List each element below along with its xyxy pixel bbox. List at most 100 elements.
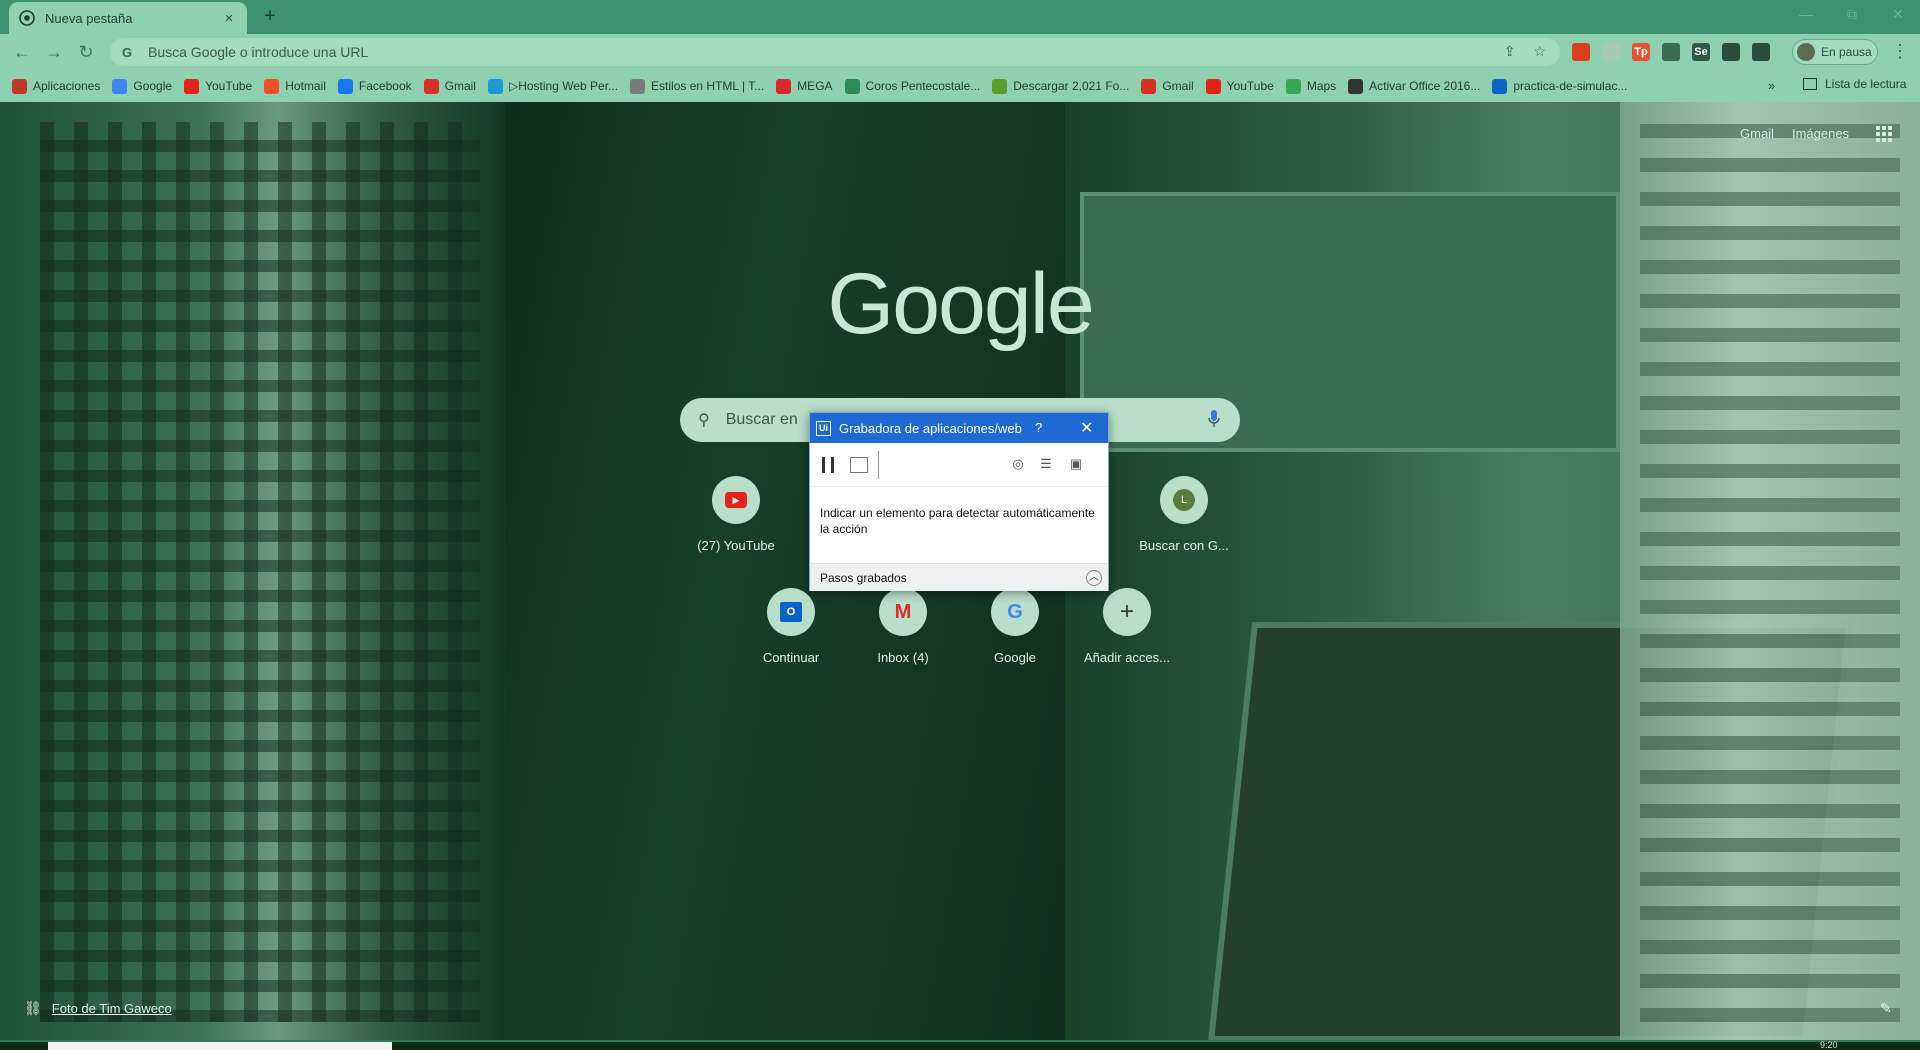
youtube-icon [184, 78, 200, 94]
taskbar-search-box[interactable] [48, 1042, 392, 1050]
taskbar-clock: 9:20 [1820, 1040, 1838, 1050]
bookmark-item[interactable]: Aplicaciones [12, 78, 100, 94]
extension-0-icon[interactable] [1572, 43, 1590, 61]
bookmark-item[interactable]: YouTube [1205, 78, 1274, 94]
google-g-icon: G [122, 44, 133, 60]
leaf-icon [992, 78, 1008, 94]
reload-icon[interactable]: ↻ [74, 40, 98, 64]
bookmark-star-icon[interactable]: ☆ [1533, 43, 1546, 60]
back-arrow-icon[interactable]: ← [10, 40, 34, 64]
toolbar-divider [878, 450, 879, 479]
close-recorder-button[interactable]: ✕ [1080, 418, 1093, 438]
extension-6-icon[interactable] [1752, 43, 1770, 61]
save-steps-icon[interactable] [850, 456, 868, 473]
shortcut-label: Buscar con G... [1139, 538, 1229, 553]
shortcut-label: Inbox (4) [877, 650, 929, 665]
recorded-steps-header[interactable]: Pasos grabados ︿ [810, 563, 1108, 591]
shortcut-inbox[interactable]: M Inbox (4) [853, 588, 953, 665]
bookmark-item[interactable]: Estilos en HTML | T... [630, 78, 765, 94]
microphone-icon[interactable] [1208, 409, 1220, 429]
bookmark-item[interactable]: ▷Hosting Web Per... [487, 78, 619, 94]
bookmark-item[interactable]: practica-de-simulac... [1492, 78, 1627, 94]
coros-icon [844, 78, 860, 94]
outlook-icon: O [767, 588, 815, 636]
images-link[interactable]: Imágenes [1792, 126, 1849, 141]
tab-title: Nueva pestaña [45, 10, 133, 26]
bookmark-label: Facebook [358, 79, 412, 93]
avatar [1797, 43, 1815, 61]
bookmark-item[interactable]: YouTube [184, 78, 252, 94]
extension-5-icon[interactable] [1722, 43, 1740, 61]
recorder-window: Ui Grabadora de aplicaciones/web ? ✕ ◎ ☰… [809, 412, 1109, 591]
recorded-steps-label: Pasos grabados [820, 570, 907, 585]
background-building-left [0, 102, 505, 1040]
bookmark-label: Activar Office 2016... [1369, 79, 1481, 93]
bookmark-item[interactable]: Coros Pentecostale... [844, 78, 981, 94]
bookmark-item[interactable]: Google [112, 78, 173, 94]
minimize-button[interactable]: — [1790, 6, 1822, 26]
bookmarks-bar: Aplicaciones Google YouTube Hotmail Facebook… [0, 70, 1920, 102]
extension-1-icon[interactable] [1602, 43, 1620, 61]
restore-button[interactable]: ⧉ [1836, 6, 1868, 26]
share-icon[interactable]: ⇪ [1504, 43, 1516, 60]
search-placeholder: Buscar en [725, 411, 798, 428]
bookmark-label: MEGA [797, 79, 833, 93]
hotmail-icon [264, 78, 280, 94]
tab-close-icon[interactable]: × [221, 10, 237, 27]
step-list-icon[interactable]: ☰ [1036, 455, 1056, 473]
maps-icon [1285, 78, 1301, 94]
help-button[interactable]: ? [1035, 420, 1042, 435]
bookmark-item[interactable]: MEGA [776, 78, 833, 94]
bookmark-label: Gmail [444, 79, 476, 93]
customize-pencil-icon[interactable]: ✎ [1880, 1000, 1892, 1017]
mega-icon [776, 78, 792, 94]
linkedin-icon [1492, 78, 1508, 94]
bookmark-item[interactable]: Gmail [1141, 78, 1194, 94]
bookmark-label: ▷Hosting Web Per... [508, 79, 619, 93]
shortcut-continuar[interactable]: O Continuar [741, 588, 841, 665]
bookmark-item[interactable]: Descargar 2,021 Fo... [992, 78, 1130, 94]
extension-4-icon[interactable]: Se [1692, 43, 1710, 61]
pause-icon[interactable] [822, 456, 834, 473]
address-bar[interactable]: G Busca Google o introduce una URL ⇪ ☆ [110, 38, 1560, 66]
bookmark-item[interactable]: Hotmail [264, 78, 326, 94]
bookmark-item[interactable]: Facebook [337, 78, 412, 94]
recorder-title: Grabadora de aplicaciones/web [839, 420, 1022, 436]
shortcut-buscar-con[interactable]: L Buscar con G... [1134, 476, 1234, 553]
bookmark-label: Coros Pentecostale... [865, 79, 981, 93]
shortcut-add[interactable]: + Añadir acces... [1077, 588, 1177, 665]
hosting-icon [487, 78, 503, 94]
bookmark-label: Google [133, 79, 173, 93]
gmail-icon [1141, 78, 1157, 94]
bookmark-label: Estilos en HTML | T... [651, 79, 765, 93]
new-tab-button[interactable]: + [258, 6, 282, 28]
doc-icon [630, 78, 646, 94]
gmail-icon [423, 78, 439, 94]
bookmark-item[interactable]: Gmail [423, 78, 476, 94]
bookmark-label: Descargar 2,021 Fo... [1013, 79, 1130, 93]
tab-strip: Nueva pestaña × + — ⧉ ✕ [0, 0, 1920, 34]
profile-button[interactable]: En pausa [1792, 39, 1878, 65]
photo-credit-link[interactable]: ⛓ Foto de Tim Gaweco [24, 1000, 172, 1017]
chevron-up-icon[interactable]: ︿ [1086, 570, 1102, 586]
avatar-l-icon: L [1160, 476, 1208, 524]
tab-nueva-pestana[interactable]: Nueva pestaña × [9, 2, 247, 34]
profile-status: En pausa [1821, 45, 1872, 59]
shortcut-google[interactable]: G Google [965, 588, 1065, 665]
gmail-link[interactable]: Gmail [1740, 126, 1774, 141]
browser-toolbar: ← → ↻ G Busca Google o introduce una URL… [0, 34, 1920, 70]
google-icon: G [991, 588, 1039, 636]
background-building-right [1620, 102, 1920, 1040]
facebook-icon [337, 78, 353, 94]
target-element-icon[interactable]: ◎ [1008, 455, 1028, 473]
shortcut-youtube[interactable]: ▶ (27) YouTube [686, 476, 786, 553]
screenshot-icon[interactable]: ▣ [1066, 455, 1086, 473]
forward-arrow-icon[interactable]: → [42, 40, 66, 64]
extension-3-icon[interactable] [1662, 43, 1680, 61]
extension-2-icon[interactable]: Tp [1632, 43, 1650, 61]
bookmark-item[interactable]: Maps [1285, 78, 1336, 94]
close-window-button[interactable]: ✕ [1882, 6, 1914, 26]
bookmark-item[interactable]: Activar Office 2016... [1348, 78, 1481, 94]
browser-menu-icon[interactable]: ⋮ [1891, 40, 1909, 64]
google-apps-icon[interactable] [1876, 126, 1892, 142]
